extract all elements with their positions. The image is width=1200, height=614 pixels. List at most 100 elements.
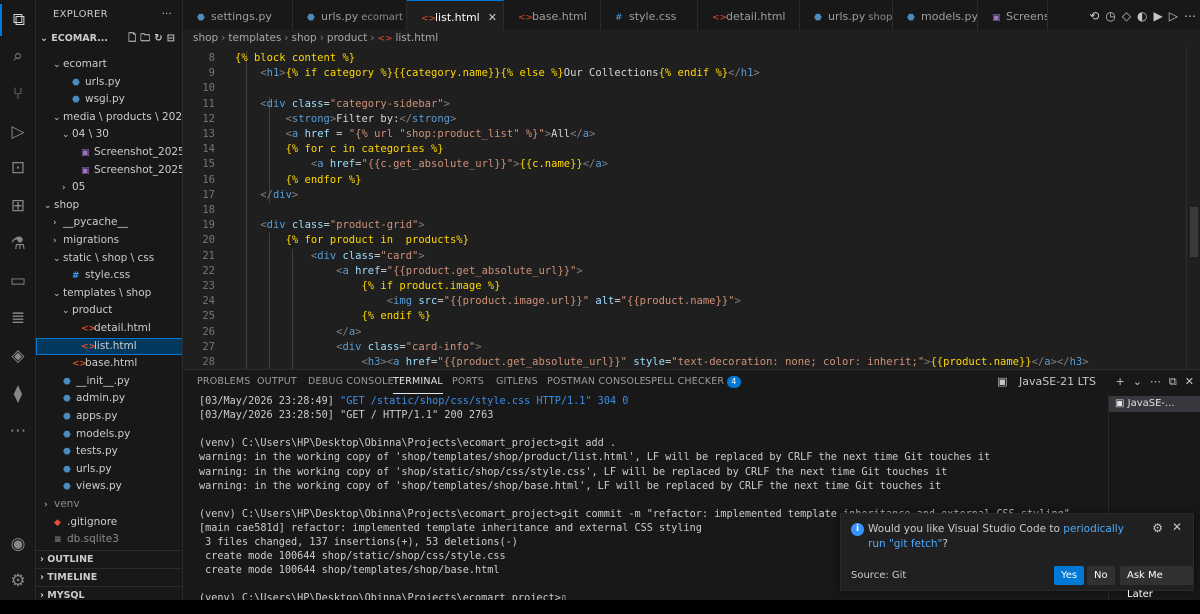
terminal-profile[interactable]: ▣ JavaSE-21 LTS [989,375,1096,388]
editor-scrollbar[interactable] [1186,47,1200,369]
code-line[interactable]: 23 {% if product.image %} [183,279,1200,294]
close-icon[interactable]: ✕ [1172,520,1182,534]
python-icon[interactable]: ⧫ [0,378,36,410]
explorer-header-actions[interactable]: 🗋🗀↻⊟ [128,30,179,47]
tree-item[interactable]: › migrations [36,232,182,249]
code-line[interactable]: 12 <strong>Filter by:</strong> [183,112,1200,127]
breadcrumb-item[interactable]: shop [193,32,218,44]
code-line[interactable]: 10 [183,81,1200,96]
tree-item[interactable]: ⬣ urls.py [36,461,182,478]
tree-item[interactable]: <>list.html [36,337,182,355]
panel-tab-debug-console[interactable]: DEBUG CONSOLE [308,370,394,394]
panel-tab-problems[interactable]: PROBLEMS [197,370,250,394]
files-icon[interactable]: ⧉ [0,4,36,36]
tree-item[interactable]: ⬣ wsgi.py [36,91,182,108]
panel-tab-output[interactable]: OUTPUT [257,370,297,394]
tree-item[interactable]: ⌄ 04 \ 30 [36,126,182,143]
tree-item[interactable]: ⌄ templates \ shop [36,285,182,302]
tree-item[interactable]: ⬣ tests.py [36,443,182,460]
code-line[interactable]: 18 [183,203,1200,218]
breadcrumb-item[interactable]: shop [292,32,317,44]
search-icon[interactable]: ⌕ [0,40,36,72]
tree-item[interactable]: ⌄ product [36,302,182,319]
explorer-more-icon[interactable]: ··· [162,0,172,30]
terminal-list-item[interactable]: ▣ JavaSE-... [1109,396,1200,412]
tree-item[interactable]: ◆ .gitignore [36,514,182,531]
tree-item[interactable]: ⬣ models.py [36,426,182,443]
editor-action-icon[interactable]: ▶ [1154,9,1163,23]
code-line[interactable]: 28 <h3><a href="{{product.get_absolute_u… [183,355,1200,369]
ask-me-later-button[interactable]: Ask Me Later [1120,566,1193,600]
tab-urls-py[interactable]: ⬣ urls.py ecomart [293,0,407,32]
close-icon[interactable]: ✕ [1185,375,1194,388]
code-line[interactable]: 9 <h1>{% if category %}{{category.name}}… [183,66,1200,81]
testing-icon[interactable]: ⚗ [0,228,36,260]
tree-item[interactable]: <>detail.html [36,320,182,337]
tab-models-py[interactable]: ⬣ models.py [893,0,978,32]
editor-action-icon[interactable]: ◇ [1122,9,1131,23]
code-line[interactable]: 24 <img src="{{product.image.url}}" alt=… [183,294,1200,309]
folder-icon[interactable]: ▭ [0,265,36,297]
code-line[interactable]: 14 {% for c in categories %} [183,142,1200,157]
scrollbar-thumb[interactable] [1190,207,1198,257]
tab-settings-py[interactable]: ⬣ settings.py [183,0,293,32]
code-line[interactable]: 16 {% endfor %} [183,173,1200,188]
editor-action-icon[interactable]: ⟲ [1089,9,1099,23]
code-line[interactable]: 13 <a href = "{% url "shop:product_list"… [183,127,1200,142]
code-editor[interactable]: 8 {% block content %} 9 <h1>{% if category… [183,47,1200,369]
tree-item[interactable]: ⬣ admin.py [36,390,182,407]
tree-item[interactable]: # style.css [36,267,182,284]
panel-tab-spell-checker[interactable]: SPELL CHECKER 4 [645,370,741,394]
more-icon[interactable]: ⋯ [1150,375,1161,388]
tree-item[interactable]: › __pycache__ [36,214,182,231]
section-mysql[interactable]: › MYSQL [36,586,182,600]
code-line[interactable]: 8 {% block content %} [183,51,1200,66]
code-line[interactable]: 15 <a href="{{c.get_absolute_url}}">{{c.… [183,157,1200,172]
tree-item[interactable]: ▣ Screenshot_2025-02-0... [36,162,182,179]
editor-action-icon[interactable]: ◷ [1105,9,1115,23]
breadcrumb-item[interactable]: list.html [395,32,438,44]
tab-list-html[interactable]: <>list.html ✕ [407,0,504,32]
layers-icon[interactable]: ◈ [0,340,36,372]
yes-button[interactable]: Yes [1054,566,1085,585]
tab-detail-html[interactable]: <>detail.html [698,0,800,32]
code-line[interactable]: 27 <div class="card-info"> [183,340,1200,355]
panel-tab-terminal[interactable]: TERMINAL [393,370,443,394]
code-line[interactable]: 11 <div class="category-sidebar"> [183,97,1200,112]
tab-urls-py[interactable]: ⬣ urls.py shop [800,0,893,32]
tree-item[interactable]: ⬣ __init__.py [36,373,182,390]
tree-item[interactable]: › venv [36,496,182,513]
code-line[interactable]: 19 <div class="product-grid"> [183,218,1200,233]
tree-item[interactable]: ⬣ views.py [36,478,182,495]
run-debug-icon[interactable]: ▷ [0,116,36,148]
code-line[interactable]: 25 {% endif %} [183,309,1200,324]
code-line[interactable]: 20 {% for product in products%} [183,233,1200,248]
no-button[interactable]: No [1087,566,1115,585]
tab-style-css[interactable]: # style.css [601,0,698,32]
tree-item[interactable]: ⌄ shop [36,197,182,214]
editor-action-icon[interactable]: ⋯ [1184,9,1196,23]
tab-base-html[interactable]: <>base.html [504,0,601,32]
chevron-down-icon[interactable]: ⌄ [1133,375,1142,388]
settings-gear-icon[interactable]: ⚙ [0,565,36,597]
tree-item[interactable]: ⌄ media \ products \ 2026 [36,109,182,126]
tree-item[interactable]: ⬣ urls.py [36,74,182,91]
extensions-icon[interactable]: ⊞ [0,190,36,222]
remote-explorer-icon[interactable]: ⊡ [0,152,36,184]
gear-icon[interactable]: ⚙ [1152,521,1163,535]
tree-item[interactable]: › 05 [36,179,182,196]
code-line[interactable]: 26 </a> [183,325,1200,340]
panel-tab-ports[interactable]: PORTS [452,370,484,394]
editor-action-icon[interactable]: ▷ [1169,9,1178,23]
new-terminal-icon[interactable]: + [1115,375,1124,388]
section-timeline[interactable]: › TIMELINE [36,568,182,585]
code-line[interactable]: 17 </div> [183,188,1200,203]
tree-item[interactable]: ⌄ ecomart [36,56,182,73]
account-icon[interactable]: ◉ [0,528,36,560]
panel-tab-postman-console[interactable]: POSTMAN CONSOLE [547,370,646,394]
section-outline[interactable]: › OUTLINE [36,550,182,567]
source-control-icon[interactable]: ⑂ [0,78,36,110]
panel-tab-gitlens[interactable]: GITLENS [496,370,538,394]
tree-item[interactable]: ≡ db.sqlite3 [36,531,182,548]
more-icon[interactable]: ⋯ [0,415,36,447]
